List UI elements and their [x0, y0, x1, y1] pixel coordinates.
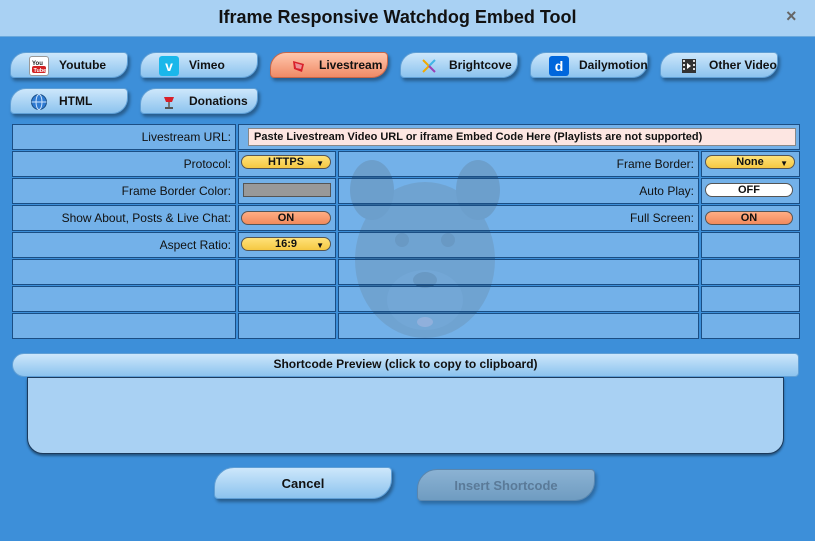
auto-play-toggle[interactable]: OFF: [705, 183, 793, 197]
chevron-down-icon: ▼: [316, 159, 324, 168]
globe-icon: [29, 92, 49, 112]
aspect-ratio-dropdown[interactable]: 16:9 ▼: [241, 237, 331, 251]
tab-donations[interactable]: Donations: [140, 88, 258, 114]
frame-border-label-cell: Frame Border:: [338, 151, 699, 177]
full-screen-value: ON: [740, 212, 758, 224]
full-screen-label-cell: Full Screen:: [338, 205, 699, 231]
tab-youtube-label: Youtube: [59, 58, 107, 72]
url-label-cell: Livestream URL:: [12, 124, 236, 150]
tab-dailymotion-label: Dailymotion: [579, 58, 648, 72]
empty-cell: [338, 313, 699, 339]
empty-cell: [238, 313, 336, 339]
livestream-icon: [289, 56, 309, 76]
auto-play-label: Auto Play:: [639, 184, 694, 198]
empty-cell: [701, 286, 800, 312]
tab-youtube[interactable]: You Tube Youtube: [10, 52, 128, 78]
auto-play-label-cell: Auto Play:: [338, 178, 699, 204]
brightcove-icon: [419, 56, 439, 76]
empty-cell: [701, 313, 800, 339]
full-screen-label: Full Screen:: [629, 211, 694, 225]
protocol-label: Protocol:: [183, 157, 231, 171]
tab-other-video-label: Other Video: [709, 58, 777, 72]
dailymotion-icon: d: [549, 56, 569, 76]
empty-cell: [12, 286, 236, 312]
empty-cell: [12, 259, 236, 285]
tab-vimeo[interactable]: v Vimeo: [140, 52, 258, 78]
vimeo-icon: v: [159, 56, 179, 76]
chevron-down-icon: ▼: [780, 159, 788, 168]
empty-cell: [701, 259, 800, 285]
shortcode-preview-box[interactable]: [27, 377, 784, 454]
empty-cell: [338, 232, 699, 258]
empty-cell: [12, 313, 236, 339]
frame-border-color-swatch[interactable]: [243, 183, 331, 197]
youtube-icon: You Tube: [29, 56, 49, 76]
livestream-url-input[interactable]: Paste Livestream Video URL or iframe Emb…: [248, 128, 796, 146]
empty-cell: [238, 259, 336, 285]
tab-other-video[interactable]: Other Video: [660, 52, 778, 78]
tab-brightcove-label: Brightcove: [449, 58, 512, 72]
tab-dailymotion[interactable]: d Dailymotion: [530, 52, 648, 78]
tab-livestream-label: Livestream: [319, 58, 383, 72]
border-color-label-cell: Frame Border Color:: [12, 178, 236, 204]
donation-icon: [159, 92, 179, 112]
film-icon: [679, 56, 699, 76]
show-about-value: ON: [277, 212, 295, 224]
aspect-ratio-value: 16:9: [274, 238, 298, 250]
insert-shortcode-button: Insert Shortcode: [417, 469, 595, 501]
empty-cell: [238, 286, 336, 312]
tab-livestream[interactable]: Livestream: [270, 52, 388, 78]
chevron-down-icon: ▼: [316, 241, 324, 250]
protocol-label-cell: Protocol:: [12, 151, 236, 177]
tab-donations-label: Donations: [189, 94, 248, 108]
tab-html-label: HTML: [59, 94, 93, 108]
cancel-button[interactable]: Cancel: [214, 467, 392, 499]
close-icon[interactable]: ×: [786, 6, 797, 27]
aspect-ratio-label: Aspect Ratio:: [159, 238, 231, 252]
shortcode-preview-header[interactable]: Shortcode Preview (click to copy to clip…: [12, 353, 799, 377]
frame-border-color-label: Frame Border Color:: [121, 184, 231, 198]
title-bar: Iframe Responsive Watchdog Embed Tool ×: [0, 0, 815, 37]
empty-cell: [701, 232, 800, 258]
window-title: Iframe Responsive Watchdog Embed Tool: [218, 7, 577, 27]
empty-cell: [338, 259, 699, 285]
aspect-ratio-label-cell: Aspect Ratio:: [12, 232, 236, 258]
empty-cell: [338, 286, 699, 312]
show-about-label-cell: Show About, Posts & Live Chat:: [12, 205, 236, 231]
livestream-url-label: Livestream URL:: [141, 130, 231, 144]
tab-brightcove[interactable]: Brightcove: [400, 52, 518, 78]
frame-border-value: None: [736, 156, 764, 168]
protocol-value: HTTPS: [267, 156, 305, 168]
auto-play-value: OFF: [738, 184, 760, 196]
tab-vimeo-label: Vimeo: [189, 58, 225, 72]
show-about-toggle[interactable]: ON: [241, 211, 331, 225]
svg-text:Tube: Tube: [34, 68, 47, 74]
full-screen-toggle[interactable]: ON: [705, 211, 793, 225]
tab-html[interactable]: HTML: [10, 88, 128, 114]
frame-border-dropdown[interactable]: None ▼: [705, 155, 795, 169]
protocol-dropdown[interactable]: HTTPS ▼: [241, 155, 331, 169]
show-about-label: Show About, Posts & Live Chat:: [61, 211, 231, 225]
frame-border-label: Frame Border:: [616, 157, 694, 171]
